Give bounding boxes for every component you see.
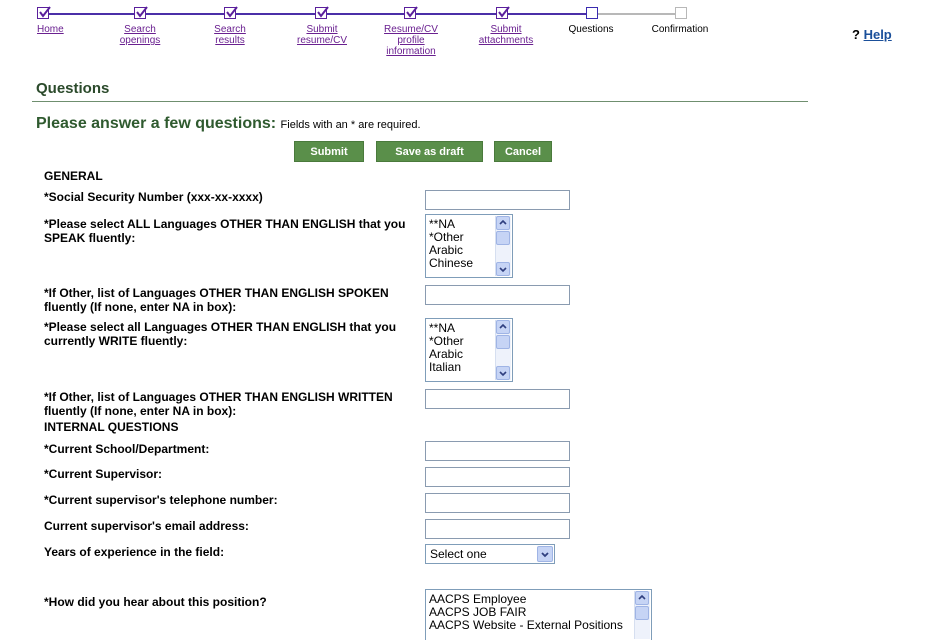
help-question-icon: ?	[852, 27, 860, 42]
instructions: Please answer a few questions: Fields wi…	[36, 115, 421, 133]
step-submit-resume-link[interactable]: Submit resume/CV	[294, 24, 350, 46]
supervisor-email-input[interactable]	[425, 519, 570, 539]
scrollbar[interactable]	[634, 591, 650, 639]
submit-button[interactable]: Submit	[294, 141, 364, 162]
select-value: Select one	[430, 547, 487, 561]
step-confirmation-label: Confirmation	[651, 24, 709, 35]
step-questions-label: Questions	[568, 24, 614, 35]
step-label: Search openings	[119, 24, 161, 46]
speak-languages-label: *Please select ALL Languages OTHER THAN …	[44, 217, 406, 245]
write-options: **NA *Other Arabic Italian	[429, 322, 464, 374]
scroll-down-icon[interactable]	[496, 366, 510, 380]
step-search-results-link[interactable]: Search results	[210, 24, 250, 46]
hear-about-listbox[interactable]: AACPS Employee AACPS JOB FAIR AACPS Webs…	[425, 589, 652, 640]
list-option[interactable]: AACPS Website - External Positions	[429, 619, 623, 632]
scrollbar[interactable]	[495, 320, 511, 380]
scroll-down-icon[interactable]	[496, 262, 510, 276]
scroll-thumb[interactable]	[496, 335, 510, 349]
step-label: Resume/CV profile information	[384, 24, 438, 57]
save-draft-button[interactable]: Save as draft	[376, 141, 483, 162]
list-option[interactable]: Italian	[429, 361, 464, 374]
supervisor-label: *Current Supervisor:	[44, 467, 163, 481]
help-link-group: ? Help	[852, 27, 892, 42]
supervisor-input[interactable]	[425, 467, 570, 487]
years-experience-select[interactable]: Select one	[425, 544, 555, 564]
internal-heading: INTERNAL QUESTIONS	[44, 420, 179, 434]
speak-options: **NA *Other Arabic Chinese	[429, 218, 473, 270]
other-spoken-label: *If Other, list of Languages OTHER THAN …	[44, 286, 389, 314]
step-home-link[interactable]: Home	[37, 24, 64, 35]
help-link[interactable]: Help	[864, 27, 892, 42]
step-search-openings-check-icon	[134, 6, 148, 19]
step-profile-info-check-icon	[404, 6, 418, 19]
supervisor-email-label: Current supervisor's email address:	[44, 519, 249, 533]
scroll-up-icon[interactable]	[635, 591, 649, 605]
step-label: Submit attachments	[478, 24, 534, 46]
scroll-thumb[interactable]	[635, 606, 649, 620]
years-experience-label: Years of experience in the field:	[44, 545, 225, 559]
progress-line-future	[598, 13, 681, 15]
school-input[interactable]	[425, 441, 570, 461]
ssn-label: *Social Security Number (xxx-xx-xxxx)	[44, 190, 263, 204]
hear-about-label: *How did you hear about this position?	[44, 595, 267, 609]
step-attachments-check-icon	[496, 6, 510, 19]
speak-languages-listbox[interactable]: **NA *Other Arabic Chinese	[425, 214, 513, 278]
list-option[interactable]: Chinese	[429, 257, 473, 270]
step-profile-info-link[interactable]: Resume/CV profile information	[380, 24, 442, 57]
instructions-main: Please answer a few questions:	[36, 115, 277, 132]
step-label: Submit resume/CV	[296, 24, 347, 46]
other-written-label: *If Other, list of Languages OTHER THAN …	[44, 390, 393, 418]
other-written-input[interactable]	[425, 389, 570, 409]
step-questions-current-icon	[586, 7, 598, 19]
supervisor-phone-label: *Current supervisor's telephone number:	[44, 493, 278, 507]
scroll-up-icon[interactable]	[496, 320, 510, 334]
other-spoken-input[interactable]	[425, 285, 570, 305]
write-languages-label: *Please select all Languages OTHER THAN …	[44, 320, 397, 348]
write-languages-listbox[interactable]: **NA *Other Arabic Italian	[425, 318, 513, 382]
step-home-check-icon	[37, 6, 51, 19]
step-label: Search results	[214, 24, 246, 46]
step-submit-resume-check-icon	[315, 6, 329, 19]
step-search-openings-link[interactable]: Search openings	[118, 24, 162, 46]
required-note: Fields with an * are required.	[280, 119, 421, 131]
scroll-up-icon[interactable]	[496, 216, 510, 230]
general-heading: GENERAL	[44, 169, 103, 183]
step-confirmation-icon	[675, 7, 687, 19]
step-attachments-link[interactable]: Submit attachments	[478, 24, 534, 46]
chevron-down-icon[interactable]	[537, 546, 553, 562]
cancel-button[interactable]: Cancel	[494, 141, 552, 162]
school-label: *Current School/Department:	[44, 442, 210, 456]
supervisor-phone-input[interactable]	[425, 493, 570, 513]
hear-options: AACPS Employee AACPS JOB FAIR AACPS Webs…	[429, 593, 623, 632]
scroll-thumb[interactable]	[496, 231, 510, 245]
ssn-input[interactable]	[425, 190, 570, 210]
step-search-results-check-icon	[224, 6, 238, 19]
title-divider	[32, 101, 808, 102]
scrollbar[interactable]	[495, 216, 511, 276]
page-title: Questions	[36, 80, 110, 97]
